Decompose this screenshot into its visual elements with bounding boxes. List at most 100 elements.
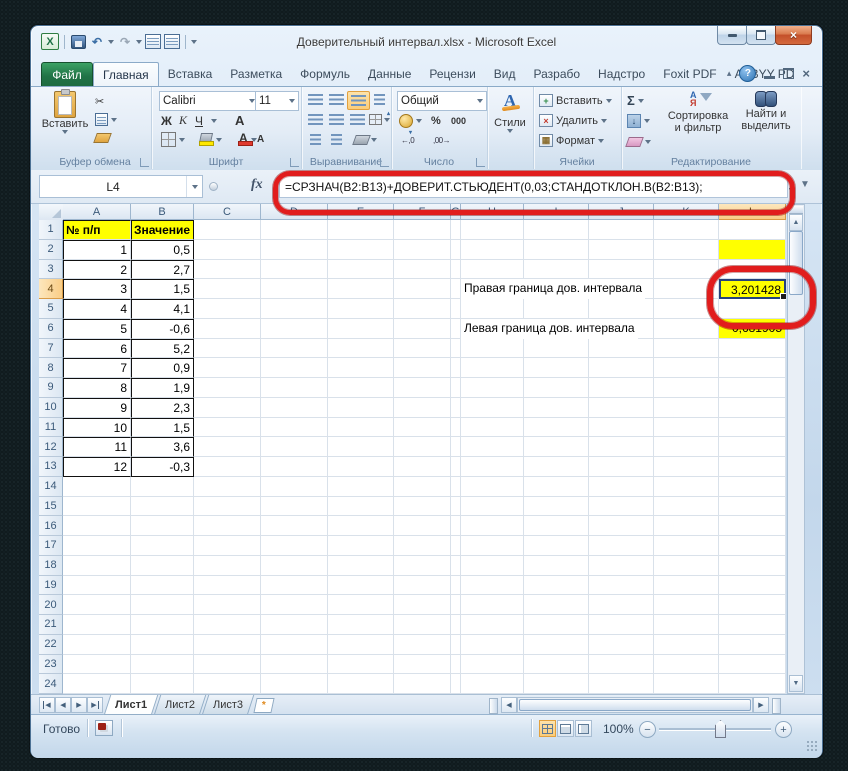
row-header-14[interactable]: 14 <box>39 477 63 497</box>
cell-K19[interactable] <box>654 576 719 596</box>
cell-F10[interactable] <box>394 398 451 418</box>
cell-J19[interactable] <box>589 576 654 596</box>
cell-F22[interactable] <box>394 635 451 655</box>
cell-H11[interactable] <box>461 418 524 438</box>
cell-G15[interactable] <box>451 497 461 517</box>
cell-D22[interactable] <box>261 635 328 655</box>
cell-J15[interactable] <box>589 497 654 517</box>
tab-formulas[interactable]: Формуль <box>291 62 359 86</box>
column-header-B[interactable]: B <box>131 204 194 220</box>
cell-G17[interactable] <box>451 536 461 556</box>
cell-C17[interactable] <box>194 536 261 556</box>
cell-J21[interactable] <box>589 615 654 635</box>
cell-E9[interactable] <box>328 378 394 398</box>
cell-B23[interactable] <box>131 655 194 675</box>
cell-B21[interactable] <box>131 615 194 635</box>
cell-H13[interactable] <box>461 457 524 477</box>
tab-developer[interactable]: Разрабо <box>525 62 590 86</box>
close-button[interactable]: × <box>775 26 812 45</box>
tab-page-layout[interactable]: Разметка <box>221 62 291 86</box>
tab-review[interactable]: Рецензи <box>420 62 484 86</box>
cell-G8[interactable] <box>451 358 461 378</box>
hscroll-thumb[interactable] <box>519 699 751 711</box>
cell-I19[interactable] <box>524 576 589 596</box>
clipboard-dialog-launcher-icon[interactable] <box>140 158 149 167</box>
sort-filter-button[interactable]: АЯ Сортировкаи фильтр <box>665 91 731 134</box>
row-header-19[interactable]: 19 <box>39 576 63 596</box>
cell-J9[interactable] <box>589 378 654 398</box>
page-break-view-button[interactable] <box>575 720 592 737</box>
cell-H23[interactable] <box>461 655 524 675</box>
cell-I14[interactable] <box>524 477 589 497</box>
cell-C13[interactable] <box>194 457 261 477</box>
cell-J10[interactable] <box>589 398 654 418</box>
vscroll-thumb[interactable] <box>789 231 803 295</box>
cell-F12[interactable] <box>394 437 451 457</box>
column-header-I[interactable]: I <box>524 204 589 220</box>
cell-E22[interactable] <box>328 635 394 655</box>
cell-D3[interactable] <box>261 260 328 280</box>
cell-A8[interactable]: 7 <box>63 358 131 378</box>
cell-H2[interactable] <box>461 240 524 260</box>
cell-I7[interactable] <box>524 339 589 359</box>
cell-C4[interactable] <box>194 279 261 299</box>
cell-K3[interactable] <box>654 260 719 280</box>
cell-I13[interactable] <box>524 457 589 477</box>
comma-format-button[interactable]: 000 <box>451 112 466 129</box>
cell-E11[interactable] <box>328 418 394 438</box>
cell-E1[interactable] <box>328 220 394 240</box>
cell-J11[interactable] <box>589 418 654 438</box>
cell-F18[interactable] <box>394 556 451 576</box>
column-header-E[interactable]: E <box>328 204 394 220</box>
cell-B3[interactable]: 2,7 <box>131 260 194 280</box>
cell-L20[interactable] <box>719 595 786 615</box>
cell-K8[interactable] <box>654 358 719 378</box>
cell-H19[interactable] <box>461 576 524 596</box>
cell-J2[interactable] <box>589 240 654 260</box>
scroll-left-button[interactable]: ◀ <box>501 697 517 713</box>
cell-F5[interactable] <box>394 299 451 319</box>
cell-E8[interactable] <box>328 358 394 378</box>
cell-K7[interactable] <box>654 339 719 359</box>
cell-E15[interactable] <box>328 497 394 517</box>
cell-J5[interactable] <box>589 299 654 319</box>
cell-A20[interactable] <box>63 595 131 615</box>
cell-K5[interactable] <box>654 299 719 319</box>
cell-C22[interactable] <box>194 635 261 655</box>
cell-G6[interactable] <box>451 319 461 339</box>
cell-F2[interactable] <box>394 240 451 260</box>
cell-L10[interactable] <box>719 398 786 418</box>
align-center-button[interactable] <box>326 111 347 128</box>
cell-K16[interactable] <box>654 516 719 536</box>
row-header-6[interactable]: 6 <box>39 319 63 339</box>
cell-E21[interactable] <box>328 615 394 635</box>
bold-button[interactable]: Ж <box>161 112 172 129</box>
cell-H16[interactable] <box>461 516 524 536</box>
cell-G4[interactable] <box>451 279 461 299</box>
cell-G22[interactable] <box>451 635 461 655</box>
cell-K1[interactable] <box>654 220 719 240</box>
row-header-24[interactable]: 24 <box>39 674 63 694</box>
prev-sheet-button[interactable]: ◀ <box>55 697 71 713</box>
cell-A5[interactable]: 4 <box>63 299 131 319</box>
row-header-11[interactable]: 11 <box>39 418 63 438</box>
row-header-5[interactable]: 5 <box>39 299 63 319</box>
scroll-right-button[interactable]: ▶ <box>753 697 769 713</box>
underline-dropdown-arrow-icon[interactable] <box>211 119 217 123</box>
cell-E18[interactable] <box>328 556 394 576</box>
cell-D9[interactable] <box>261 378 328 398</box>
cell-B5[interactable]: 4,1 <box>131 299 194 319</box>
cell-K17[interactable] <box>654 536 719 556</box>
row-header-18[interactable]: 18 <box>39 556 63 576</box>
cell-F14[interactable] <box>394 477 451 497</box>
cell-H22[interactable] <box>461 635 524 655</box>
next-sheet-button[interactable]: ▶ <box>71 697 87 713</box>
cell-I9[interactable] <box>524 378 589 398</box>
cell-K14[interactable] <box>654 477 719 497</box>
insert-sheet-button[interactable]: * <box>253 698 274 713</box>
cell-D21[interactable] <box>261 615 328 635</box>
cell-B16[interactable] <box>131 516 194 536</box>
cell-H24[interactable] <box>461 674 524 694</box>
italic-button[interactable]: К <box>179 112 187 129</box>
cell-E19[interactable] <box>328 576 394 596</box>
